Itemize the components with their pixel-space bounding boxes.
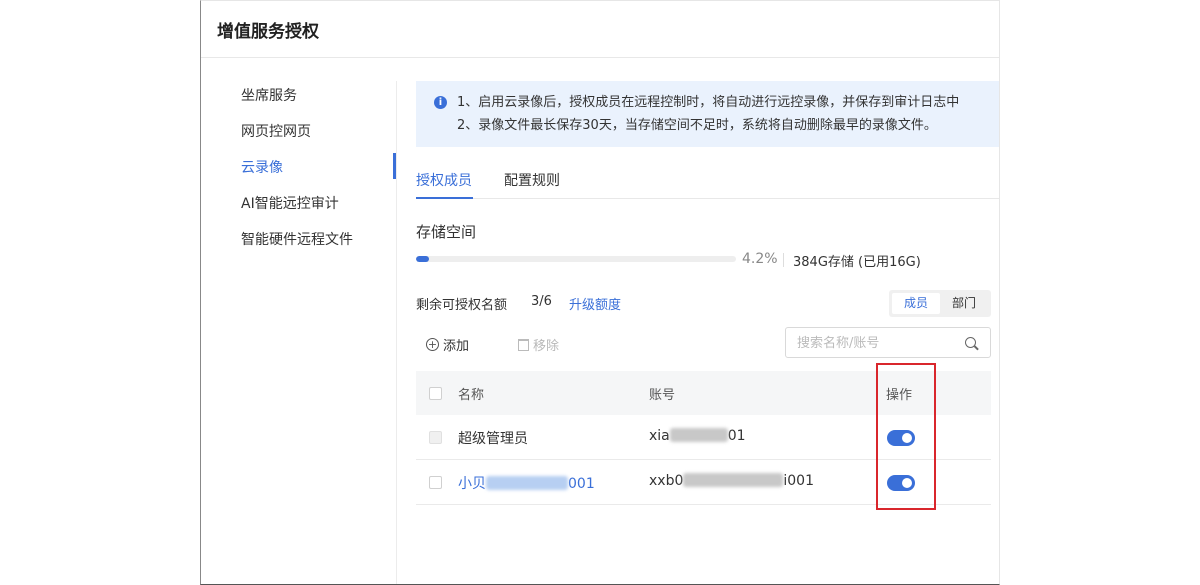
upgrade-quota-link[interactable]: 升级额度 xyxy=(569,294,621,313)
redacted-mask xyxy=(486,476,568,490)
tab-config-rules[interactable]: 配置规则 xyxy=(504,170,560,190)
sidebar-item-cloud-recording[interactable]: 云录像 xyxy=(241,157,283,177)
account-prefix: xxb0 xyxy=(649,473,684,489)
main-content: i 1、启用云录像后，授权成员在远程控制时，将自动进行远控录像，并保存到审计日志… xyxy=(416,81,999,584)
account-prefix: xia xyxy=(649,428,670,444)
sidebar-item-seat-service[interactable]: 坐席服务 xyxy=(241,85,297,105)
header-account: 账号 xyxy=(649,388,676,403)
info-icon: i xyxy=(434,96,447,109)
storage-info: 384G存储 (已用16G) xyxy=(793,255,921,270)
search-box xyxy=(785,327,991,358)
service-authorization-panel: 增值服务授权 坐席服务 网页控网页 云录像 AI智能远控审计 智能硬件远程文件 … xyxy=(200,0,1000,585)
member-account: xia 01 xyxy=(649,428,746,444)
sidebar: 坐席服务 网页控网页 云录像 AI智能远控审计 智能硬件远程文件 xyxy=(201,81,397,584)
storage-progress-fill xyxy=(416,256,430,262)
sidebar-item-ai-audit[interactable]: AI智能远控审计 xyxy=(241,193,339,213)
sidebar-active-indicator xyxy=(393,153,396,179)
recording-toggle[interactable] xyxy=(887,475,915,491)
sidebar-item-web-control[interactable]: 网页控网页 xyxy=(241,121,311,141)
redacted-mask xyxy=(669,428,728,442)
header-action: 操作 xyxy=(886,388,913,403)
quota-label: 剩余可授权名额 xyxy=(416,298,508,313)
table-header: 名称 账号 操作 xyxy=(416,371,991,415)
notice-banner: i 1、启用云录像后，授权成员在远程控制时，将自动进行远控录像，并保存到审计日志… xyxy=(416,81,999,147)
member-name: 超级管理员 xyxy=(458,428,528,448)
row-checkbox[interactable] xyxy=(429,476,442,489)
account-suffix: i001 xyxy=(783,473,814,489)
sidebar-item-hardware-files[interactable]: 智能硬件远程文件 xyxy=(241,229,353,249)
tab-active-underline xyxy=(416,197,473,199)
storage-divider xyxy=(783,253,784,267)
storage-percent: 4.2% xyxy=(742,251,778,267)
remove-button-label: 移除 xyxy=(533,339,560,354)
table-row: 小贝 001 xxb0 i001 xyxy=(416,460,991,505)
row-checkbox xyxy=(429,431,442,444)
storage-progress-bar xyxy=(416,256,736,262)
header-name: 名称 xyxy=(458,388,485,403)
title-divider xyxy=(201,57,999,58)
name-suffix: 001 xyxy=(568,476,595,492)
segment-members[interactable]: 成员 xyxy=(892,293,940,314)
segment-departments[interactable]: 部门 xyxy=(940,293,988,314)
notice-line-2: 2、录像文件最长保存30天，当存储空间不足时，系统将自动删除最早的录像文件。 xyxy=(457,118,937,133)
recording-toggle[interactable] xyxy=(887,430,915,446)
add-button[interactable]: + 添加 xyxy=(426,335,469,354)
add-button-label: 添加 xyxy=(443,339,470,354)
search-input[interactable] xyxy=(797,334,957,352)
trash-icon xyxy=(518,338,529,351)
tab-bar: 授权成员 配置规则 xyxy=(416,169,999,199)
members-table: 名称 账号 操作 超级管理员 xia 01 小贝 001 xxb0 i001 xyxy=(416,371,991,505)
storage-title: 存储空间 xyxy=(416,223,477,241)
member-name-link[interactable]: 小贝 001 xyxy=(458,473,595,493)
add-circle-icon: + xyxy=(426,338,439,351)
search-icon[interactable] xyxy=(965,337,976,348)
select-all-checkbox[interactable] xyxy=(429,387,442,400)
notice-line-1: 1、启用云录像后，授权成员在远程控制时，将自动进行远控录像，并保存到审计日志中 xyxy=(457,95,960,110)
remove-button[interactable]: 移除 xyxy=(518,335,559,354)
member-name-text: 超级管理员 xyxy=(458,431,528,447)
panel-title: 增值服务授权 xyxy=(217,22,319,42)
member-department-switch: 成员 部门 xyxy=(889,290,991,317)
name-prefix: 小贝 xyxy=(458,476,486,492)
account-suffix: 01 xyxy=(727,428,746,444)
quota-value: 3/6 xyxy=(531,294,552,309)
member-account: xxb0 i001 xyxy=(649,473,814,489)
tab-authorized-members[interactable]: 授权成员 xyxy=(416,170,472,190)
redacted-mask xyxy=(683,473,784,487)
table-row: 超级管理员 xia 01 xyxy=(416,415,991,460)
